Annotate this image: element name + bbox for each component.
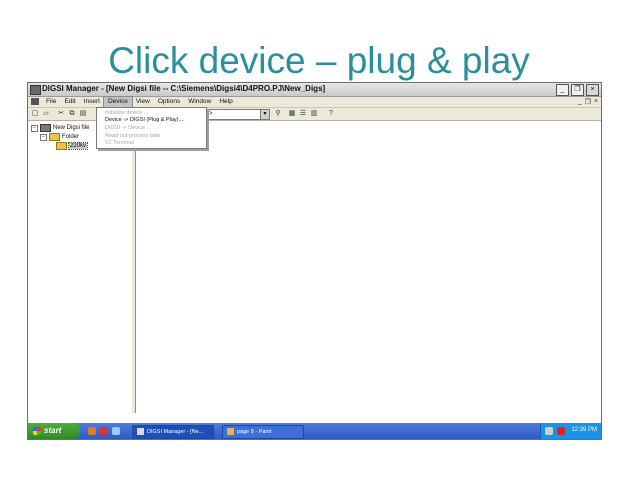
new-icon[interactable]: ▢ [31,110,39,118]
task-digsi-manager[interactable]: DIGSI Manager - [Ne... [132,425,214,439]
folder-icon [49,133,60,141]
task-label: DIGSI Manager - [Ne... [147,429,204,435]
content-pane [136,121,601,413]
mdi-close-icon[interactable]: × [594,98,598,106]
tree-device-label: 220kv [67,142,89,150]
tree-node-folder[interactable]: − Folder [40,133,79,141]
paste-icon[interactable]: ▤ [79,110,87,118]
tree-root-label: New Digsi file [53,125,90,131]
menu-help[interactable]: Help [215,97,236,107]
minimize-icon[interactable]: _ [556,84,569,96]
menu-item-read-process-data: Read out process data [105,133,161,139]
menu-options[interactable]: Options [154,97,184,107]
menu-view[interactable]: View [132,97,154,107]
collapse-icon[interactable]: − [40,133,47,141]
window-titlebar[interactable]: DIGSI Manager - [New Digsi file -- C:\Si… [28,83,601,97]
app-icon [30,85,41,95]
start-button[interactable]: start [28,423,80,439]
task-label: page 8 - Paint [237,429,272,435]
large-icons-icon[interactable]: ▦ [288,110,296,118]
collapse-icon[interactable]: − [31,124,38,132]
copy-icon[interactable]: ⧉ [68,110,76,118]
menu-item-plug-and-play[interactable]: Device -> DIGSI (Plug & Play).... [105,117,185,124]
tree-folder-label: Folder [62,134,80,140]
document-icon [31,98,39,105]
menu-insert[interactable]: Insert [80,97,104,107]
digsi-task-icon [137,428,144,436]
media-icon[interactable] [100,427,108,435]
window-title: DIGSI Manager - [New Digsi file -- C:\Si… [42,84,326,93]
menu-device[interactable]: Device [102,96,133,108]
start-label: start [44,426,62,435]
restore-icon[interactable]: ❐ [571,84,584,96]
chevron-down-icon[interactable]: ▾ [260,110,269,119]
desktop-screenshot: DIGSI Manager - [New Digsi file -- C:\Si… [27,82,602,440]
network-icon[interactable] [545,427,553,435]
paint-task-icon [227,428,234,436]
task-paint[interactable]: page 8 - Paint [222,425,304,439]
desktop-icon[interactable] [112,427,120,435]
tree-node-root[interactable]: − New Digsi file [31,124,89,132]
filter-icon[interactable]: ⚲ [274,110,282,118]
menu-window[interactable]: Window [184,97,215,107]
browser-icon[interactable] [88,427,96,435]
filter-combo[interactable]: e > ▾ [200,109,270,120]
folder-icon [56,142,67,150]
tree-node-device[interactable]: 220kv [56,142,89,150]
open-icon[interactable]: ▱ [42,110,50,118]
close-icon[interactable]: × [586,84,599,96]
alert-icon[interactable] [557,427,565,435]
slide-title: Click device – plug & play [108,40,530,81]
menu-edit[interactable]: Edit [60,97,79,107]
help-icon[interactable]: ? [327,110,335,118]
menu-item-initialize-device: Initialize device ... [105,110,149,116]
menu-item-digsi-to-device: DIGSI -> Device ... [105,125,151,131]
clock: 12:39 PM [571,427,597,433]
cut-icon[interactable]: ✂ [57,110,65,118]
mdi-restore-icon[interactable]: ❐ [585,98,591,106]
taskbar: start DIGSI Manager - [Ne... page 8 - Pa… [28,423,601,439]
system-tray: 12:39 PM [540,423,601,439]
mdi-minimize-icon[interactable]: _ [578,98,582,106]
device-menu-dropdown: Initialize device ... Device -> DIGSI (P… [96,107,207,149]
windows-logo-icon [33,427,41,435]
menu-file[interactable]: File [42,97,60,107]
project-icon [40,124,51,132]
menu-item-v2-terminal: V2 Terminal [105,140,134,146]
details-icon[interactable]: ▥ [310,110,318,118]
list-icon[interactable]: ☰ [299,110,307,118]
tree-pane: − New Digsi file − Folder 220kv [28,121,133,413]
